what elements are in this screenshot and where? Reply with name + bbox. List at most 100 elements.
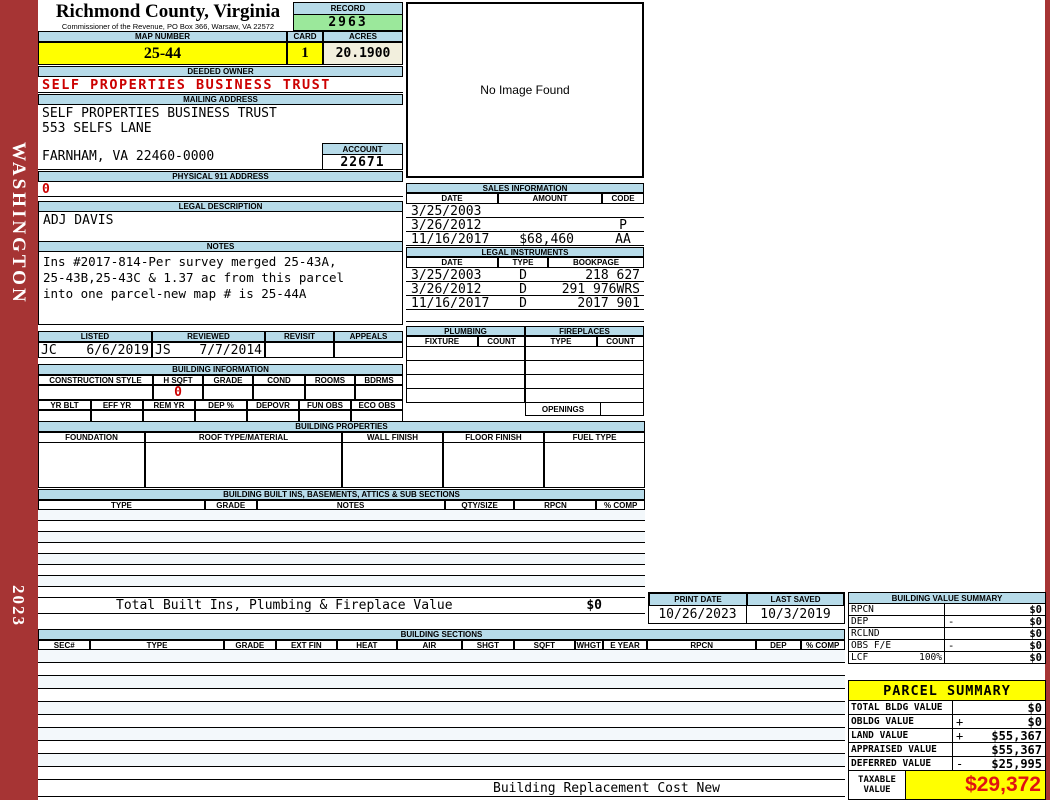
card-label: CARD bbox=[287, 31, 323, 42]
account-value: 22671 bbox=[322, 155, 403, 170]
physical-address-value: 0 bbox=[38, 182, 403, 197]
floor-finish-value bbox=[443, 443, 544, 488]
bvs-pct: 100% bbox=[919, 652, 942, 663]
fixture-header: FIXTURE bbox=[406, 336, 478, 347]
bs-type-header: TYPE bbox=[90, 640, 223, 650]
bi-comp-header: % COMP bbox=[596, 500, 645, 510]
legal-instruments: LEGAL INSTRUMENTS DATE TYPE BOOKPAGE 3/2… bbox=[406, 247, 644, 322]
grade-header: GRADE bbox=[203, 375, 253, 385]
last-saved-value: 10/3/2019 bbox=[747, 606, 844, 623]
bvs-label: DEP bbox=[851, 616, 868, 627]
built-ins-section: BUILDING BUILT INS, BASEMENTS, ATTICS & … bbox=[38, 489, 645, 614]
effyr-header: EFF YR bbox=[91, 400, 143, 410]
building-properties-title: BUILDING PROPERTIES bbox=[38, 421, 645, 432]
plumbing-count-header: COUNT bbox=[478, 336, 525, 347]
foundation-value bbox=[38, 443, 145, 488]
acres-value: 20.1900 bbox=[323, 42, 403, 65]
taxable-value: $29,372 bbox=[906, 771, 1046, 800]
fireplace-row bbox=[525, 361, 644, 375]
sales-title: SALES INFORMATION bbox=[406, 183, 644, 193]
parcel-row: DEFERRED VALUE -$25,995 bbox=[848, 757, 1046, 771]
map-card-acres: MAP NUMBER CARD ACRES 25-44 1 20.1900 bbox=[38, 31, 403, 65]
bi-rpcn-header: RPCN bbox=[514, 500, 596, 510]
bvs-value: $0 bbox=[1029, 628, 1042, 640]
plumbing-row bbox=[406, 375, 525, 389]
year-label: 2023 bbox=[8, 585, 28, 627]
bs-eyear-header: E YEAR bbox=[603, 640, 647, 650]
construction-style-value bbox=[38, 385, 153, 400]
plumbing-row bbox=[406, 361, 525, 375]
notes-line-2: 25-43B,25-43C & 1.37 ac from this parcel bbox=[43, 270, 402, 286]
bvs-value: $0 bbox=[1029, 640, 1042, 652]
bvs-label: RPCN bbox=[851, 604, 874, 615]
sales-code-header: CODE bbox=[602, 193, 644, 204]
sales-row: 3/25/2003 bbox=[406, 204, 644, 218]
acres-label: ACRES bbox=[323, 31, 403, 42]
county-subtitle: Commissioner of the Revenue, PO Box 366,… bbox=[44, 22, 292, 31]
deeded-owner-label: DEEDED OWNER bbox=[38, 66, 403, 77]
mailing-line-1: SELF PROPERTIES BUSINESS TRUST bbox=[42, 106, 403, 121]
built-ins-total-row: Total Built Ins, Plumbing & Fireplace Va… bbox=[38, 598, 645, 614]
bvs-row: RPCN $0 bbox=[848, 604, 1046, 616]
bs-heat-header: HEAT bbox=[337, 640, 398, 650]
parcel-op: + bbox=[956, 729, 963, 743]
bvs-value: $0 bbox=[1029, 616, 1042, 628]
wall-finish-value bbox=[342, 443, 443, 488]
bvs-title: BUILDING VALUE SUMMARY bbox=[848, 592, 1046, 604]
parcel-op: - bbox=[956, 757, 963, 771]
plumbing-row bbox=[406, 347, 525, 361]
instrument-row: 3/26/2012 D 291 976WRS bbox=[406, 282, 644, 296]
record-box: RECORD 2963 bbox=[293, 2, 403, 31]
roof-value bbox=[145, 443, 342, 488]
parcel-label: DEFERRED VALUE bbox=[848, 757, 953, 771]
reviewed-header: REVIEWED bbox=[152, 331, 265, 342]
parcel-row: APPRAISED VALUE $55,367 bbox=[848, 743, 1046, 757]
building-information: BUILDING INFORMATION CONSTRUCTION STYLE … bbox=[38, 364, 403, 424]
built-ins-total-value: $0 bbox=[586, 598, 602, 613]
parcel-value: $55,367 bbox=[991, 729, 1042, 743]
instr-date-header: DATE bbox=[406, 257, 498, 268]
parcel-row: TOTAL BLDG VALUE $0 bbox=[848, 701, 1046, 715]
bi-notes-header: NOTES bbox=[257, 500, 445, 510]
building-sections-empty-rows bbox=[38, 650, 845, 780]
plumbing-title: PLUMBING bbox=[406, 326, 525, 336]
parcel-summary: PARCEL SUMMARY TOTAL BLDG VALUE $0 OBLDG… bbox=[848, 680, 1046, 800]
building-sections-footer: Building Replacement Cost New bbox=[38, 780, 845, 797]
hsqft-header: H SQFT bbox=[153, 375, 203, 385]
deppct-header: DEP % bbox=[195, 400, 247, 410]
plumbing-fireplaces: PLUMBING FIXTURE COUNT FIREPLACES TYPE C… bbox=[406, 326, 644, 416]
sales-date-header: DATE bbox=[406, 193, 498, 204]
building-properties: BUILDING PROPERTIES FOUNDATION ROOF TYPE… bbox=[38, 421, 645, 488]
revisit-header: REVISIT bbox=[265, 331, 334, 342]
fireplace-row bbox=[525, 347, 644, 361]
bvs-label: RCLND bbox=[851, 628, 880, 639]
print-date-value: 10/26/2023 bbox=[649, 606, 747, 623]
print-info: PRINT DATE 10/26/2023 LAST SAVED 10/3/20… bbox=[648, 592, 845, 624]
revisit-cell bbox=[265, 342, 334, 358]
openings-value bbox=[601, 403, 644, 416]
taxable-row: TAXABLE VALUE $29,372 bbox=[848, 771, 1046, 800]
bs-grade-header: GRADE bbox=[224, 640, 276, 650]
plumbing-table: PLUMBING FIXTURE COUNT bbox=[406, 326, 525, 416]
wall-finish-header: WALL FINISH bbox=[342, 432, 443, 443]
parcel-label: LAND VALUE bbox=[848, 729, 953, 743]
instrument-row: 11/16/2017 D 2017 901 bbox=[406, 296, 644, 310]
parcel-value: $0 bbox=[1028, 701, 1042, 715]
parcel-value: $55,367 bbox=[991, 743, 1042, 757]
bi-qty-header: QTY/SIZE bbox=[445, 500, 515, 510]
taxable-label-line1: TAXABLE bbox=[858, 775, 896, 785]
mailing-address-label: MAILING ADDRESS bbox=[38, 94, 403, 105]
bvs-label: OBS F/E bbox=[851, 640, 891, 651]
appeals-header: APPEALS bbox=[334, 331, 403, 342]
no-image-text: No Image Found bbox=[480, 83, 569, 97]
sales-information: SALES INFORMATION DATE AMOUNT CODE 3/25/… bbox=[406, 183, 644, 246]
review-table: LISTED REVIEWED REVISIT APPEALS JC 6/6/2… bbox=[38, 331, 403, 358]
sales-amount-header: AMOUNT bbox=[498, 193, 602, 204]
sales-row: 11/16/2017 $68,460 AA bbox=[406, 232, 644, 246]
funobs-header: FUN OBS bbox=[299, 400, 351, 410]
building-value-summary: BUILDING VALUE SUMMARY RPCN $0 DEP -$0 R… bbox=[848, 592, 1046, 664]
reviewed-date: 7/7/2014 bbox=[199, 343, 262, 358]
plumbing-row bbox=[406, 389, 525, 403]
bvs-row: OBS F/E -$0 bbox=[848, 640, 1046, 652]
parcel-label: TOTAL BLDG VALUE bbox=[848, 701, 953, 715]
